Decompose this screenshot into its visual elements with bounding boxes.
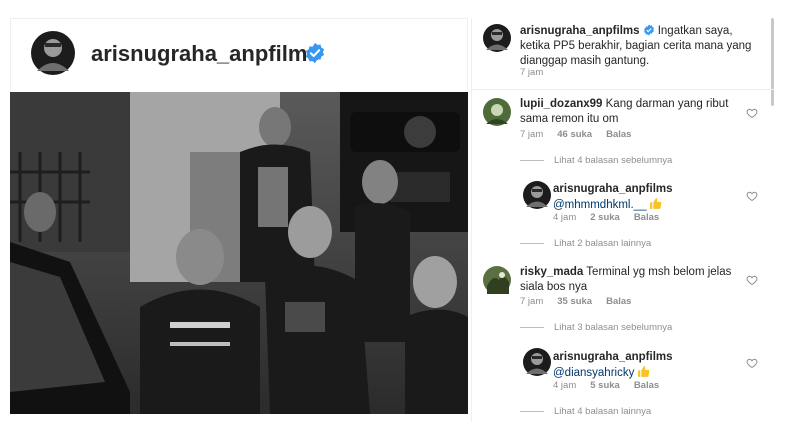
caption-author-avatar[interactable] bbox=[483, 24, 511, 52]
reply-mention[interactable]: @mhmmdhkml.__ bbox=[553, 199, 646, 211]
reply-time[interactable]: 4 jam bbox=[553, 380, 576, 391]
caption-meta: 7 jam bbox=[520, 67, 557, 78]
reply-button[interactable]: Balas bbox=[606, 296, 631, 307]
reply-text: arisnugraha_anpfilms @diansyahricky bbox=[553, 350, 743, 381]
view-replies-label: Lihat 2 balasan lainnya bbox=[554, 238, 652, 249]
comment-body: Terminal yg msh belom jelas bbox=[586, 266, 732, 278]
reply-likes[interactable]: 2 suka bbox=[590, 212, 620, 223]
caption-line-2: ketika PP5 berakhir, bagian cerita mana … bbox=[520, 40, 752, 52]
comment-text: risky_mada Terminal yg msh belom jelas s… bbox=[520, 265, 740, 295]
caption-time[interactable]: 7 jam bbox=[520, 67, 543, 78]
view-replies-label: Lihat 4 balasan sebelumnya bbox=[554, 155, 673, 166]
view-replies-label: Lihat 3 balasan sebelumnya bbox=[554, 322, 673, 333]
reply-time[interactable]: 4 jam bbox=[553, 212, 576, 223]
caption-line-1: Ingatkan saya, bbox=[657, 25, 733, 37]
comment-username[interactable]: risky_mada bbox=[520, 266, 583, 278]
commenter-avatar[interactable] bbox=[483, 266, 511, 294]
replies-line bbox=[520, 410, 544, 412]
comments-scrollbar[interactable] bbox=[771, 18, 774, 106]
heart-icon[interactable] bbox=[746, 190, 758, 202]
view-replies-button[interactable]: Lihat 4 balasan sebelumnya bbox=[520, 155, 672, 166]
reply-meta: 4 jam 2 suka Balas bbox=[553, 212, 673, 223]
comment-likes[interactable]: 35 suka bbox=[557, 296, 592, 307]
reply-username[interactable]: arisnugraha_anpfilms bbox=[553, 351, 673, 363]
reply-button[interactable]: Balas bbox=[634, 380, 659, 391]
reply-author-avatar[interactable] bbox=[523, 348, 551, 376]
view-more-replies-button[interactable]: Lihat 4 balasan lainnya bbox=[520, 406, 651, 417]
caption-username[interactable]: arisnugraha_anpfilms bbox=[520, 25, 640, 37]
comment-body: Kang darman yang ribut bbox=[605, 98, 729, 110]
post-photo[interactable] bbox=[10, 92, 468, 414]
reply-meta: 4 jam 5 suka Balas bbox=[553, 380, 673, 391]
post-header: arisnugraha_anpfilms bbox=[10, 18, 468, 91]
view-replies-button[interactable]: Lihat 3 balasan sebelumnya bbox=[520, 322, 672, 333]
thumbs-up-emoji bbox=[638, 366, 650, 377]
reply-mention[interactable]: @diansyahricky bbox=[553, 367, 634, 379]
comment-time[interactable]: 7 jam bbox=[520, 296, 543, 307]
post-author-avatar[interactable] bbox=[31, 31, 75, 75]
caption-line-3: dianggap masih gantung. bbox=[520, 55, 650, 67]
reply-username[interactable]: arisnugraha_anpfilms bbox=[553, 183, 673, 195]
view-replies-label: Lihat 4 balasan lainnya bbox=[554, 406, 652, 417]
comment-body-line-2: sama remon itu om bbox=[520, 113, 619, 125]
reply-text: arisnugraha_anpfilms @mhmmdhkml.__ bbox=[553, 182, 743, 213]
reply-author-avatar[interactable] bbox=[523, 181, 551, 209]
view-more-replies-button[interactable]: Lihat 2 balasan lainnya bbox=[520, 238, 651, 249]
heart-icon[interactable] bbox=[746, 107, 758, 119]
comment-username[interactable]: lupii_dozanx99 bbox=[520, 98, 602, 110]
comment-meta: 7 jam 46 suka Balas bbox=[520, 129, 645, 140]
heart-icon[interactable] bbox=[746, 357, 758, 369]
caption-text: arisnugraha_anpfilms Ingatkan saya, keti… bbox=[520, 24, 770, 69]
heart-icon[interactable] bbox=[746, 274, 758, 286]
reply-button[interactable]: Balas bbox=[634, 212, 659, 223]
verified-badge-icon bbox=[305, 42, 325, 64]
comment-meta: 7 jam 35 suka Balas bbox=[520, 296, 645, 307]
commenter-avatar[interactable] bbox=[483, 98, 511, 126]
reply-likes[interactable]: 5 suka bbox=[590, 380, 620, 391]
replies-line bbox=[520, 326, 544, 328]
post-author-username[interactable]: arisnugraha_anpfilms bbox=[91, 41, 320, 67]
verified-badge-icon bbox=[643, 24, 654, 36]
comment-text: lupii_dozanx99 Kang darman yang ribut sa… bbox=[520, 97, 740, 127]
reply-button[interactable]: Balas bbox=[606, 129, 631, 140]
replies-line bbox=[520, 159, 544, 161]
replies-line bbox=[520, 242, 544, 244]
comment-likes[interactable]: 46 suka bbox=[557, 129, 592, 140]
comment-body-line-2: siala bos nya bbox=[520, 281, 588, 293]
thumbs-up-emoji bbox=[650, 198, 662, 209]
comment-time[interactable]: 7 jam bbox=[520, 129, 543, 140]
caption-divider bbox=[471, 89, 774, 90]
